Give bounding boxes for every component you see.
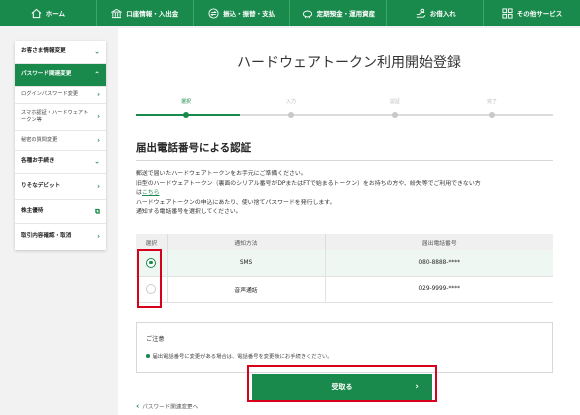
sidebar-item-label: 取引内容確認・取消 — [21, 233, 72, 240]
bullet-icon — [146, 354, 150, 358]
step-auth: 認証 — [365, 98, 425, 118]
notice-text: 届出電話番号に変更がある場合は、電話番号を変更後にお手続きください。 — [152, 354, 333, 360]
step-dot — [489, 112, 495, 118]
here-link[interactable]: こちら — [142, 190, 160, 196]
sidebar-item-label: お客さま情報変更 — [21, 48, 66, 55]
column-header: 通知方法 — [167, 234, 326, 250]
nav-transfer[interactable]: 振込・振替・支払 — [194, 0, 291, 26]
method-cell: 音声通話 — [167, 276, 326, 303]
table-row[interactable]: 音声通話 029-9999-**** — [136, 276, 553, 303]
sidebar-item-secret-question[interactable]: 秘密の質問変更 › — [15, 131, 106, 151]
notice-item: 届出電話番号に変更がある場合は、電話番号を変更後にお手続きください。 — [146, 352, 333, 360]
nav-label: 定期預金・運用資産 — [316, 10, 376, 18]
nav-label: ホーム — [45, 10, 66, 18]
sidebar-item-label: りそなデビット — [21, 182, 61, 189]
home-icon — [31, 8, 42, 18]
step-label: 認証 — [389, 99, 400, 105]
phone-cell: 080-8888-**** — [325, 250, 553, 277]
external-link-icon: ⧉ — [95, 206, 100, 215]
back-link[interactable]: ‹ パスワード関連変更へ — [136, 402, 198, 411]
chevron-right-icon: › — [97, 90, 100, 99]
chevron-down-icon: ⌄ — [94, 47, 100, 56]
transfer-icon — [208, 7, 219, 19]
sidebar-item-procedures[interactable]: 各種お手続き ⌄ — [15, 151, 106, 174]
nav-deposits[interactable]: 定期預金・運用資産 — [290, 0, 388, 26]
step-label: 選択 — [180, 99, 191, 105]
sidebar-item-hardware-token[interactable]: スマホ認証・ハードウェアトークン等 › — [15, 104, 106, 131]
nav-loans[interactable]: お借入れ — [387, 0, 485, 26]
sidebar-item-label: パスワード関連変更 — [21, 71, 72, 78]
piggy-bank-icon — [302, 10, 312, 18]
nav-other-services[interactable]: その他サービス — [484, 0, 580, 26]
chevron-down-icon: ⌄ — [94, 157, 100, 166]
method-cell: SMS — [167, 250, 326, 277]
sidebar-item-label: 各種お手続き — [21, 158, 55, 165]
nav-label: 口座情報・入出金 — [126, 10, 179, 18]
chevron-right-icon: › — [97, 181, 100, 190]
section-title: 届出電話番号による認証 — [136, 142, 252, 154]
chevron-right-icon: › — [97, 112, 100, 121]
desc-line: 郵送で届いたハードウェアトークンをお手元にご準備ください。 — [136, 171, 307, 177]
phone-select-table: 選択 通知方法 届出電話番号 SMS 080-8888-**** 音声通話 02… — [136, 234, 553, 303]
description: 郵送で届いたハードウェアトークンをお手元にご準備ください。 旧型のハードウェアト… — [136, 170, 556, 218]
sidebar-item-resona-debit[interactable]: りそなデビット › — [15, 174, 106, 200]
section-divider — [136, 160, 553, 161]
desc-line: 通知する電話番号を選択してください。 — [136, 209, 242, 215]
sidebar: お客さま情報変更 ⌄ パスワード関連変更 ⌃ ログインパスワード変更 › スマホ… — [15, 41, 106, 250]
sidebar-item-transaction-history[interactable]: 取引内容確認・取消 › — [15, 224, 106, 250]
nav-label: お借入れ — [429, 10, 456, 18]
chevron-left-icon: ‹ — [136, 401, 140, 411]
sidebar-item-login-password[interactable]: ログインパスワード変更 › — [15, 87, 106, 104]
step-select: 選択 — [156, 98, 216, 118]
sidebar-item-customer-info[interactable]: お客さま情報変更 ⌄ — [15, 41, 106, 64]
table-row[interactable]: SMS 080-8888-**** — [136, 250, 553, 277]
nav-label: その他サービス — [516, 10, 563, 18]
chevron-right-icon: › — [97, 135, 100, 144]
column-header: 選択 — [136, 234, 168, 250]
sidebar-item-label: ログインパスワード変更 — [21, 91, 79, 98]
step-dot — [288, 112, 294, 118]
sidebar-item-label: 秘密の質問変更 — [21, 136, 58, 143]
back-link-label: パスワード関連変更へ — [142, 404, 199, 410]
chevron-up-icon: ⌃ — [94, 70, 100, 79]
step-label: 入力 — [285, 99, 296, 105]
step-dot — [183, 112, 189, 118]
chevron-right-icon: › — [97, 232, 100, 241]
sidebar-item-password[interactable]: パスワード関連変更 ⌃ — [15, 64, 106, 87]
top-nav: ホーム 口座情報・入出金 振込・振替・支払 定期預金・運用資産 お借入れ その他… — [0, 0, 580, 26]
desc-line: 旧型のハードウェアトークン（裏面のシリアル番号がDPまたはFTで始まるトークン）… — [136, 180, 481, 187]
step-dot — [392, 112, 398, 118]
sidebar-item-label: スマホ認証・ハードウェアトークン等 — [21, 109, 89, 123]
step-label: 完了 — [486, 99, 497, 105]
step-complete: 完了 — [462, 98, 522, 118]
loan-icon — [416, 8, 426, 18]
sidebar-item-shareholder-benefits[interactable]: 株主優待 ⧉ — [15, 200, 106, 224]
main-panel: ハードウェアトークン利用開始登録 選択 入力 認証 完了 届出電話番号による認証… — [118, 28, 580, 415]
sidebar-item-label: 株主優待 — [21, 207, 44, 214]
button-highlight-box — [247, 365, 437, 402]
desc-line: ハードウェアトークンの申込にあたり、使い捨てパスワードを発行します。 — [136, 199, 336, 206]
nav-account-info[interactable]: 口座情報・入出金 — [97, 0, 194, 26]
nav-home[interactable]: ホーム — [0, 0, 97, 26]
page-title: ハードウェアトークン利用開始登録 — [237, 55, 461, 71]
phone-cell: 029-9999-**** — [325, 276, 553, 303]
table-header: 選択 通知方法 届出電話番号 — [136, 234, 553, 250]
desc-line: はこちら — [136, 189, 556, 199]
step-input: 入力 — [261, 98, 321, 118]
radio-highlight-box — [137, 249, 162, 308]
column-header: 届出電話番号 — [325, 234, 553, 250]
notice-title: ご注意 — [146, 336, 165, 343]
nav-label: 振込・振替・支払 — [223, 10, 276, 18]
step-indicator: 選択 入力 認証 完了 — [136, 98, 553, 118]
bank-icon — [111, 8, 123, 18]
grid-icon — [502, 7, 513, 19]
